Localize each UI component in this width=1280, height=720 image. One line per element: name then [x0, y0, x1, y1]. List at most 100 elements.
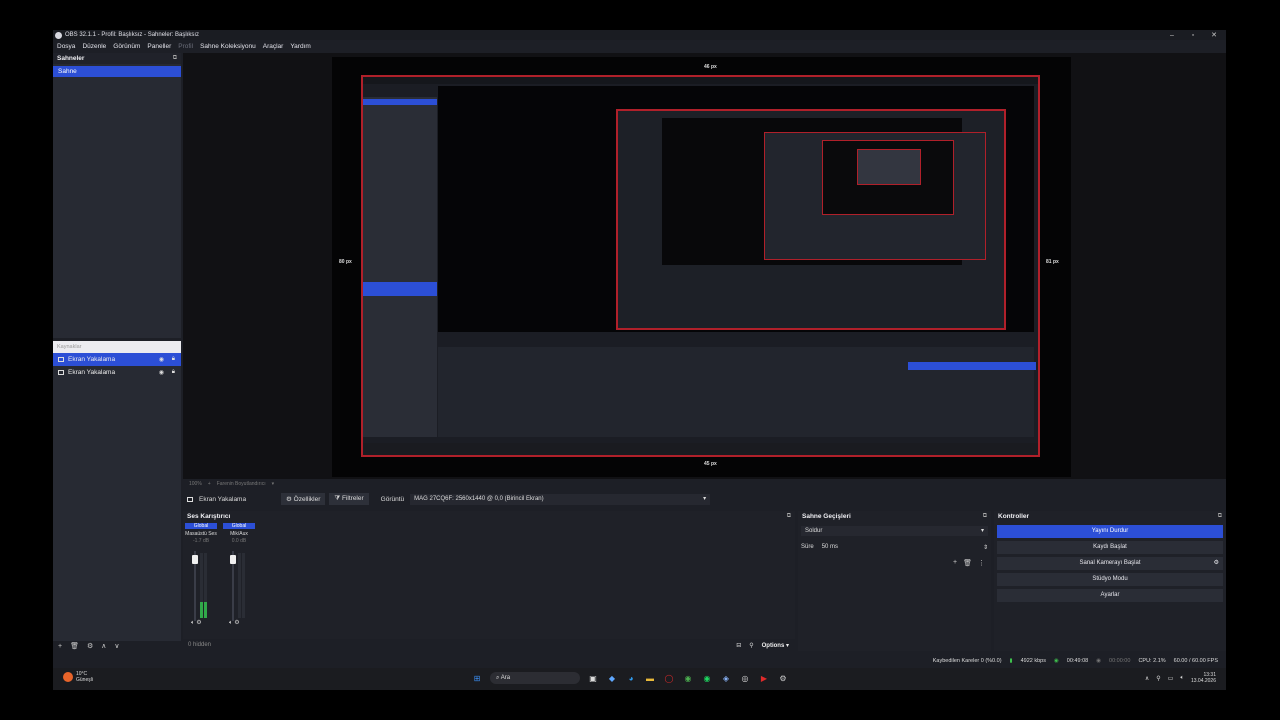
stream-indicator-icon: ◉ — [1053, 658, 1059, 664]
recorder-icon[interactable]: ▶ — [758, 672, 770, 684]
move-down-icon[interactable]: ∨ — [114, 642, 119, 650]
network-icon[interactable]: ▭ — [1168, 675, 1174, 682]
menu-scene-collection[interactable]: Sahne Koleksiyonu — [200, 43, 256, 50]
weather-desc: Güneşli — [76, 677, 93, 683]
spinner-icon[interactable]: ⇕ — [983, 544, 988, 551]
hidden-count: 0 hidden — [188, 642, 212, 648]
add-source-icon[interactable]: + — [58, 643, 62, 650]
minimize-button[interactable]: – — [1162, 30, 1182, 40]
obs-taskbar-icon[interactable]: ◎ — [739, 672, 751, 684]
dock-undock-icon[interactable]: ⧉ — [787, 513, 791, 520]
sources-search-input[interactable]: Kaynaklar — [53, 341, 181, 353]
sources-dock: Kaynaklar Ekran Yakalama ◉ 🔒︎ Ekran Yaka… — [53, 341, 181, 641]
windows-start-icon[interactable]: ⊞ — [471, 672, 483, 684]
taskbar-apps: ⊞ ⌕ Ara ▣ ◆ ◕ ▬ ◯ ◉ ◉ ◈ ◎ ▶ ⚙︎ — [471, 672, 789, 684]
speaker-icon[interactable]: 🔈︎ — [229, 620, 233, 626]
crop-label-left: 80 px — [339, 259, 352, 265]
menu-file[interactable]: Dosya — [57, 43, 75, 50]
steam-icon[interactable]: ◈ — [720, 672, 732, 684]
source-settings-gear-icon[interactable]: ⚙︎ — [87, 642, 93, 650]
gear-icon[interactable]: ⚙︎ — [196, 620, 201, 626]
nested-left-panel — [363, 97, 437, 437]
zoom-in-icon[interactable]: + — [208, 481, 211, 487]
speaker-icon[interactable]: 🔈︎ — [191, 620, 195, 626]
volume-fader[interactable] — [192, 551, 198, 621]
edge-icon[interactable]: ◕ — [625, 672, 637, 684]
nested-docks — [438, 347, 1034, 437]
menu-edit[interactable]: Düzenle — [82, 43, 106, 50]
transition-select-value: Soldur — [805, 528, 823, 534]
bitrate: 4922 kbps — [1020, 658, 1046, 664]
properties-button[interactable]: ⚙︎ Özellikler — [281, 493, 326, 505]
source-item[interactable]: Ekran Yakalama ◉ 🔒︎ — [53, 366, 181, 379]
file-explorer-icon[interactable]: ▬ — [644, 672, 656, 684]
start-recording-button[interactable]: Kaydı Başlat — [997, 541, 1223, 554]
options-button[interactable]: Options ▾ — [762, 642, 789, 649]
display-label: Görüntü — [380, 495, 405, 503]
display-select[interactable]: MAG 27CQ6F: 2560x1440 @ 0,0 (Birincil Ek… — [410, 493, 711, 505]
monitor-icon — [187, 496, 193, 502]
move-up-icon[interactable]: ∧ — [101, 642, 106, 650]
preview-footer: 100% + Farenin Boyutlandırıcı ▾ — [183, 479, 1226, 488]
source-item[interactable]: Ekran Yakalama ◉ 🔒︎ — [53, 353, 181, 366]
lock-icon[interactable]: 🔒︎ — [172, 369, 175, 376]
chevron-down-icon: ▾ — [980, 528, 984, 534]
volume-fader[interactable] — [230, 551, 236, 621]
copilot-icon[interactable]: ◆ — [606, 672, 618, 684]
opera-icon[interactable]: ◯ — [663, 672, 675, 684]
chevron-down-icon[interactable]: ▾ — [272, 481, 275, 487]
menu-bar: Dosya Düzenle Görünüm Paneller Profil Sa… — [53, 41, 1226, 51]
menu-view[interactable]: Görünüm — [113, 43, 140, 50]
duration-input[interactable]: 50 ms — [819, 542, 983, 552]
more-options-icon[interactable]: ⋮ — [978, 559, 985, 567]
menu-tools[interactable]: Araçlar — [263, 43, 284, 50]
record-time: 00:00:00 — [1109, 658, 1131, 664]
close-button[interactable]: ✕ — [1204, 30, 1224, 40]
scene-item[interactable]: Sahne — [53, 66, 181, 77]
weather-widget[interactable]: 10°C Güneşli — [63, 671, 93, 683]
settings-button[interactable]: Ayarlar — [997, 589, 1223, 602]
add-transition-icon[interactable]: + — [953, 559, 957, 567]
clock[interactable]: 13:31 13.04.2026 — [1191, 672, 1216, 684]
taskbar-search[interactable]: ⌕ Ara — [490, 672, 580, 684]
visibility-eye-icon[interactable]: ◉ — [159, 369, 164, 376]
status-bar: Kaybedilen Kareler 0 (%0.0) ▮ 4922 kbps … — [53, 656, 1226, 666]
location-icon[interactable]: ⚲ — [1156, 675, 1160, 682]
remove-transition-icon[interactable]: 🗑︎ — [963, 559, 972, 567]
task-view-icon[interactable]: ▣ — [587, 672, 599, 684]
remove-source-icon[interactable]: 🗑︎ — [70, 642, 79, 650]
fader-knob[interactable] — [192, 555, 198, 564]
preview-scaling-mode[interactable]: Farenin Boyutlandırıcı — [217, 481, 266, 487]
visibility-eye-icon[interactable]: ◉ — [159, 356, 164, 363]
dock-undock-icon[interactable]: ⧉ — [1218, 513, 1222, 520]
link-icon[interactable]: ⚲ — [749, 642, 753, 649]
start-virtual-camera-button[interactable]: Sanal Kamerayı Başlat ⚙︎ — [997, 557, 1223, 570]
obs-window: OBS 32.1.1 - Profil: Başlıksız - Sahnele… — [53, 30, 1226, 690]
speaker-icon[interactable]: 🔈︎ — [1180, 675, 1184, 682]
lock-icon[interactable]: 🔒︎ — [172, 356, 175, 363]
studio-mode-button[interactable]: Stüdyo Modu — [997, 573, 1223, 586]
layout-icon[interactable]: ⊟ — [736, 642, 741, 649]
level-meter — [238, 553, 241, 618]
transition-select[interactable]: Soldur ▾ — [801, 526, 988, 536]
dock-undock-icon[interactable]: ⧉ — [173, 55, 177, 62]
dock-undock-icon[interactable]: ⧉ — [983, 513, 987, 520]
chrome-icon[interactable]: ◉ — [682, 672, 694, 684]
audio-mixer-dock: Ses Karıştırıcı ⧉ Global Masaüstü Ses -1… — [183, 511, 795, 639]
gear-icon[interactable]: ⚙︎ — [234, 620, 239, 626]
fader-knob[interactable] — [230, 555, 236, 564]
gear-icon[interactable]: ⚙︎ — [1214, 557, 1219, 570]
settings-taskbar-icon[interactable]: ⚙︎ — [777, 672, 789, 684]
spotify-icon[interactable]: ◉ — [701, 672, 713, 684]
menu-profile[interactable]: Profil — [178, 43, 193, 50]
options-label: Options — [761, 642, 785, 649]
filters-button[interactable]: ⧩ Filtreler — [329, 493, 369, 505]
stop-streaming-button[interactable]: Yayını Durdur — [997, 525, 1223, 538]
zoom-level[interactable]: 100% — [189, 481, 202, 487]
channel-name: Mik/Aux — [230, 531, 248, 537]
maximize-button[interactable]: ▫ — [1183, 30, 1203, 40]
tray-chevron-up-icon[interactable]: ∧ — [1145, 675, 1149, 682]
captured-screen[interactable] — [361, 75, 1040, 457]
menu-docks[interactable]: Paneller — [147, 43, 171, 50]
menu-help[interactable]: Yardım — [290, 43, 310, 50]
